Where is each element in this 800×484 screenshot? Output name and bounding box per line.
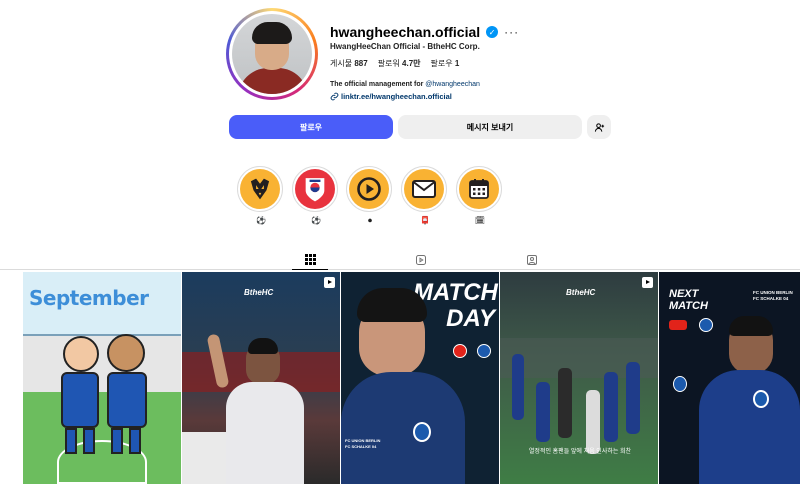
post-1[interactable]: September: [23, 272, 181, 484]
next-match-clubs: FC UNION BERLIN FC SCHALKE 04: [753, 290, 793, 301]
union-berlin-crest-icon: [669, 320, 687, 330]
post-title: September: [29, 286, 149, 310]
post-3[interactable]: MATCH DAY FC UNION BERLIN FC SCHALKE 04: [341, 272, 499, 484]
reels-tab[interactable]: [403, 250, 439, 270]
post-brand: BtheHC: [566, 288, 596, 297]
cartoon-mascot-head: [107, 334, 145, 372]
highlight-5[interactable]: 🗓: [456, 166, 504, 225]
union-berlin-crest-icon: [453, 344, 467, 358]
more-options-icon[interactable]: ···: [504, 25, 519, 39]
highlight-3[interactable]: ⏺: [346, 166, 394, 226]
reel-icon: [324, 277, 335, 288]
grid-icon: [304, 254, 316, 265]
post-5[interactable]: NEXT MATCH FC UNION BERLIN FC SCHALKE 04: [659, 272, 800, 484]
profile-avatar[interactable]: [226, 8, 318, 100]
profile-stats: 게시물 887 팔로워 4.7만 팔로우 1: [330, 58, 459, 69]
highlight-label: ⚽: [311, 216, 321, 225]
avatar-photo: [232, 14, 312, 94]
cartoon-player-head: [63, 336, 99, 372]
link-icon: [330, 92, 339, 101]
highlight-label: ⏺: [368, 216, 372, 225]
username-row: hwangheechan.official ✓ ···: [330, 24, 519, 40]
tagged-icon: [527, 255, 537, 265]
play-icon: [349, 169, 389, 209]
post-4[interactable]: BtheHC 열정적인 홈팬들 앞에 처음 인사하는 희찬: [500, 272, 658, 484]
message-button[interactable]: 메시지 보내기: [398, 115, 582, 139]
mail-icon: [404, 169, 444, 209]
highlight-label: 🗓: [474, 216, 486, 225]
cartoon-player-body: [61, 372, 99, 428]
schalke-crest-icon: [699, 318, 713, 332]
next-match-title: NEXT MATCH: [669, 288, 708, 312]
post-brand: BtheHC: [244, 288, 274, 297]
korea-crest-icon: [295, 169, 335, 209]
cartoon-mascot-body: [107, 372, 147, 428]
external-link[interactable]: linktr.ee/hwangheechan.official: [330, 92, 452, 101]
stat-posts[interactable]: 게시물 887: [330, 58, 368, 69]
post-caption: 열정적인 홈팬들 앞에 처음 인사하는 희찬: [528, 449, 632, 455]
stadium-drawing: [23, 334, 181, 394]
highlight-4[interactable]: 📮: [401, 166, 449, 225]
player-jersey: [341, 372, 465, 484]
username: hwangheechan.official: [330, 24, 481, 40]
reels-icon: [416, 255, 426, 265]
verified-badge-icon: ✓: [486, 26, 499, 38]
post-2[interactable]: BtheHC: [182, 272, 340, 484]
highlight-label: 📮: [420, 216, 430, 225]
player-jersey: [699, 370, 800, 484]
suggested-accounts-button[interactable]: [587, 115, 611, 139]
follow-button[interactable]: 팔로우: [229, 115, 393, 139]
tagged-tab[interactable]: [514, 250, 550, 270]
stat-followers[interactable]: 팔로워 4.7만: [378, 58, 421, 69]
schalke-crest-icon: [477, 344, 491, 358]
full-name: HwangHeeChan Official - BtheHC Corp.: [330, 42, 480, 51]
wolves-crest-icon: [240, 169, 280, 209]
bio-mention-link[interactable]: @hwangheechan: [425, 81, 480, 88]
calendar-icon: [459, 169, 499, 209]
reel-icon: [642, 277, 653, 288]
highlight-2[interactable]: ⚽: [292, 166, 340, 225]
stat-following[interactable]: 팔로우 1: [431, 58, 460, 69]
highlight-1[interactable]: ⚽: [237, 166, 285, 225]
tabs-divider: [0, 269, 800, 270]
add-person-icon: [594, 122, 604, 132]
highlight-label: ⚽: [256, 216, 266, 225]
match-caption: FC UNION BERLIN FC SCHALKE 04: [345, 438, 381, 449]
posts-tab[interactable]: [292, 250, 328, 270]
bio: The official management for @hwangheecha…: [330, 81, 480, 88]
player-shirt: [226, 382, 304, 484]
